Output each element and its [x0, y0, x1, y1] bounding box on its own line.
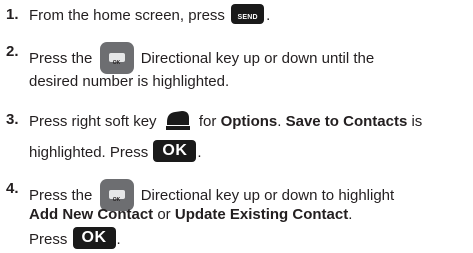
instruction-steps: 1. From the home screen, press SEND. 2. … — [0, 0, 473, 253]
step-text: for — [198, 112, 217, 130]
directional-key-icon: OK — [99, 42, 134, 74]
step-3-line-1: Press right soft key for Options. Save t… — [29, 111, 422, 133]
save-to-contacts-label: Save to Contacts — [285, 112, 408, 130]
step-text: desired number is highlighted. — [29, 73, 230, 90]
step-4-line-3: Press OK. — [29, 227, 121, 251]
ok-key-label: OK — [162, 142, 188, 159]
step-text: . — [348, 206, 353, 223]
step-2-line-1: Press the OK Directional key up or down … — [29, 42, 375, 75]
step-text: . — [277, 112, 282, 130]
step-text: Directional key up or down until the — [140, 49, 375, 67]
step-text: . — [116, 230, 121, 248]
step-text: From the home screen, press — [29, 6, 225, 24]
directional-key-label: OK — [112, 60, 121, 66]
step-number: 2. — [6, 43, 19, 60]
step-4-line-2: Add New Contact or Update Existing Conta… — [29, 206, 352, 224]
step-text: . — [197, 143, 202, 161]
ok-key-label: OK — [81, 229, 107, 246]
options-label: Options — [220, 112, 278, 130]
ok-key-icon: OK — [72, 227, 116, 249]
ok-key-icon: OK — [153, 140, 197, 162]
step-text: or — [157, 206, 171, 223]
step-text: is — [411, 112, 423, 130]
send-key-icon: SEND — [231, 4, 265, 24]
step-text: Press the — [29, 49, 93, 67]
step-number: 3. — [6, 111, 19, 128]
update-existing-contact-label: Update Existing Contact — [174, 206, 349, 223]
step-text: Press right soft key — [29, 112, 157, 130]
step-1-line-1: From the home screen, press SEND. — [29, 4, 271, 26]
add-new-contact-label: Add New Contact — [29, 206, 154, 223]
step-text: highlighted. Press — [29, 143, 149, 161]
step-text: Directional key up or down to highlight — [140, 186, 395, 204]
step-text: Press the — [29, 186, 93, 204]
send-key-label: SEND — [237, 14, 258, 21]
step-2-line-2: desired number is highlighted. — [29, 73, 229, 91]
step-number: 1. — [6, 6, 19, 23]
step-text: Press — [29, 230, 68, 248]
step-3-line-2: highlighted. Press OK. — [29, 140, 202, 164]
step-text: . — [266, 6, 271, 24]
step-number: 4. — [6, 180, 19, 197]
right-soft-key-icon — [165, 111, 190, 130]
